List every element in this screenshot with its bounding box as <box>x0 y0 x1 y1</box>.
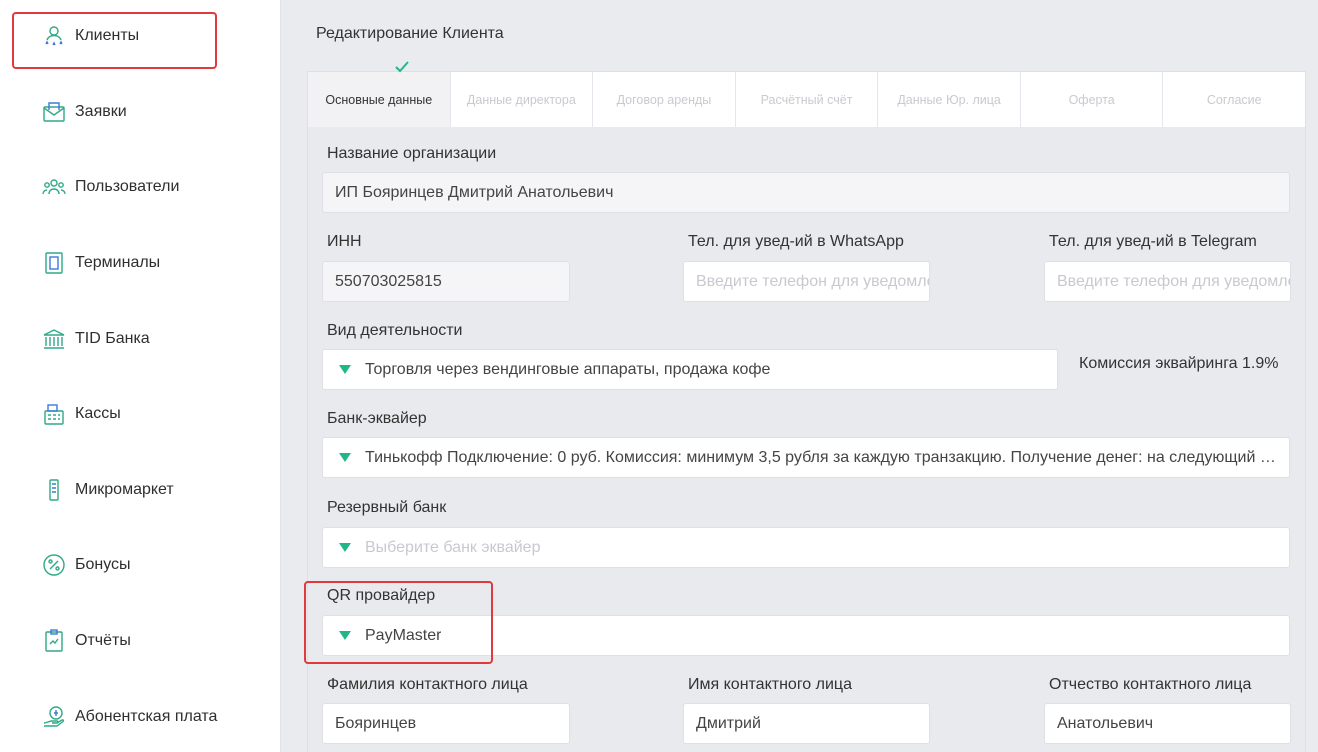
tab-consent[interactable]: Согласие <box>1163 72 1306 127</box>
sidebar-item-subscription[interactable]: Абонентская плата <box>42 702 217 732</box>
sidebar-item-label: Микромаркет <box>75 481 174 498</box>
sidebar: Клиенты Заявки Пользователи Терминалы TI… <box>0 0 281 752</box>
inn-label: ИНН <box>327 233 362 250</box>
checkmark-icon <box>394 60 410 79</box>
sidebar-item-users[interactable]: Пользователи <box>42 172 179 202</box>
sidebar-item-terminals[interactable]: Терминалы <box>42 248 160 278</box>
acquirer-bank-select[interactable]: Тинькофф Подключение: 0 руб. Комиссия: м… <box>322 437 1290 478</box>
subscription-icon <box>42 705 66 729</box>
sidebar-item-bonuses[interactable]: Бонусы <box>42 550 131 580</box>
reserve-bank-label: Резервный банк <box>327 499 447 516</box>
tab-main-data[interactable]: Основные данные <box>308 72 451 127</box>
activity-label: Вид деятельности <box>327 322 463 339</box>
sidebar-item-label: TID Банка <box>75 330 150 347</box>
clients-icon <box>42 24 66 48</box>
sidebar-item-label: Терминалы <box>75 254 161 271</box>
last-name-field[interactable]: Бояринцев <box>322 703 570 744</box>
report-icon <box>42 629 66 653</box>
sidebar-item-label: Клиенты <box>75 27 140 44</box>
org-name-field[interactable]: ИП Бояринцев Дмитрий Анатольевич <box>322 172 1290 213</box>
sidebar-item-cash-registers[interactable]: Кассы <box>42 399 121 429</box>
last-name-label: Фамилия контактного лица <box>327 676 528 693</box>
middle-name-label: Отчество контактного лица <box>1049 676 1252 693</box>
commission-text: Комиссия эквайринга 1.9% <box>1079 355 1279 372</box>
sidebar-item-label: Кассы <box>75 405 121 422</box>
activity-select[interactable]: Торговля через вендинговые аппараты, про… <box>322 349 1058 390</box>
sidebar-item-requests[interactable]: Заявки <box>42 97 127 127</box>
tab-legal-entity[interactable]: Данные Юр. лица <box>878 72 1021 127</box>
page-title: Редактирование Клиента <box>316 25 504 42</box>
tab-offer[interactable]: Оферта <box>1020 72 1164 127</box>
envelope-icon <box>42 100 66 124</box>
tab-bar: Основные данные Данные директора Договор… <box>307 71 1306 127</box>
sidebar-item-micromarket[interactable]: Микромаркет <box>42 475 174 505</box>
sidebar-item-label: Абонентская плата <box>75 708 218 725</box>
first-name-label: Имя контактного лица <box>688 676 852 693</box>
inn-field[interactable]: 550703025815 <box>322 261 570 302</box>
sidebar-item-label: Пользователи <box>75 178 180 195</box>
terminal-icon <box>42 251 66 275</box>
reserve-bank-select[interactable]: Выберите банк эквайер <box>322 527 1290 568</box>
acquirer-label: Банк-эквайер <box>327 410 427 427</box>
tab-settlement-account[interactable]: Расчётный счёт <box>735 72 879 127</box>
tab-director-data[interactable]: Данные директора <box>450 72 594 127</box>
highlight-qr-provider <box>304 581 493 664</box>
sidebar-item-label: Заявки <box>75 103 127 120</box>
sidebar-item-reports[interactable]: Отчёты <box>42 626 131 656</box>
telegram-label: Тел. для увед-ий в Telegram <box>1049 233 1257 250</box>
tab-lease-agreement[interactable]: Договор аренды <box>593 72 736 127</box>
dropdown-arrow-icon <box>339 453 351 462</box>
sidebar-item-clients[interactable]: Клиенты <box>42 21 139 51</box>
middle-name-field[interactable]: Анатольевич <box>1044 703 1291 744</box>
whatsapp-label: Тел. для увед-ий в WhatsApp <box>688 233 904 250</box>
dropdown-arrow-icon <box>339 543 351 552</box>
users-icon <box>42 175 66 199</box>
whatsapp-phone-field[interactable]: Введите телефон для уведомлений <box>683 261 930 302</box>
cash-register-icon <box>42 402 66 426</box>
sidebar-item-tid-bank[interactable]: TID Банка <box>42 324 150 354</box>
org-name-label: Название организации <box>327 145 497 162</box>
telegram-phone-field[interactable]: Введите телефон для уведомлений <box>1044 261 1291 302</box>
sidebar-item-label: Отчёты <box>75 632 131 649</box>
percent-icon <box>42 553 66 577</box>
vending-machine-icon <box>42 478 66 502</box>
bank-icon <box>42 327 66 351</box>
sidebar-item-label: Бонусы <box>75 556 131 573</box>
dropdown-arrow-icon <box>339 365 351 374</box>
first-name-field[interactable]: Дмитрий <box>683 703 930 744</box>
